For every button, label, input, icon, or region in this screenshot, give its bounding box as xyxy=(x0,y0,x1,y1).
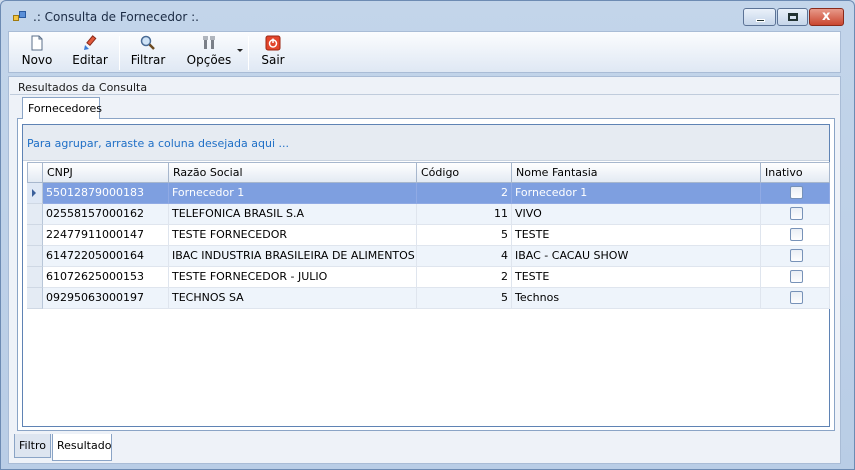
cell-cnpj[interactable]: 55012879000183 xyxy=(43,183,169,204)
cell-codigo[interactable]: 11 xyxy=(417,204,512,225)
column-header-razao-social[interactable]: Razão Social xyxy=(169,162,417,183)
cell-inativo xyxy=(761,288,830,309)
maximize-icon xyxy=(788,13,798,21)
cell-razao-social[interactable]: TESTE FORNECEDOR - JULIO xyxy=(169,267,417,288)
row-indicator[interactable] xyxy=(27,246,43,267)
tab-fornecedores[interactable]: Fornecedores xyxy=(22,97,102,119)
cell-inativo xyxy=(761,267,830,288)
cell-nome-fantasia[interactable]: Fornecedor 1 xyxy=(512,183,761,204)
inativo-checkbox[interactable] xyxy=(790,207,803,220)
inativo-checkbox[interactable] xyxy=(790,186,803,199)
grid-header: CNPJ Razão Social Código Nome Fantasia I… xyxy=(27,162,830,183)
cell-razao-social[interactable]: Fornecedor 1 xyxy=(169,183,417,204)
editar-button[interactable]: Editar xyxy=(67,34,113,72)
new-document-icon xyxy=(29,35,45,51)
inativo-checkbox[interactable] xyxy=(790,249,803,262)
fornecedores-tab-panel: Para agrupar, arraste a coluna desejada … xyxy=(17,118,835,431)
cell-nome-fantasia[interactable]: TESTE xyxy=(512,267,761,288)
cell-codigo[interactable]: 5 xyxy=(417,288,512,309)
column-header-codigo[interactable]: Código xyxy=(417,162,512,183)
row-indicator[interactable] xyxy=(27,267,43,288)
row-indicator[interactable] xyxy=(27,225,43,246)
cell-razao-social[interactable]: TECHNOS SA xyxy=(169,288,417,309)
filtrar-button[interactable]: Filtrar xyxy=(126,34,170,72)
novo-button[interactable]: Novo xyxy=(15,34,59,72)
fornecedores-grid: Para agrupar, arraste a coluna desejada … xyxy=(22,124,830,427)
column-header-inativo[interactable]: Inativo xyxy=(761,162,830,183)
table-row[interactable]: 02558157000162 TELEFONICA BRASIL S.A 11 VIV… xyxy=(27,204,830,225)
power-icon xyxy=(265,35,281,51)
cell-nome-fantasia[interactable]: TESTE xyxy=(512,225,761,246)
minimize-icon xyxy=(756,19,765,22)
results-panel: Resultados da Consulta Fornecedores Para… xyxy=(8,76,841,464)
app-icon[interactable] xyxy=(13,11,27,23)
group-by-panel[interactable]: Para agrupar, arraste a coluna desejada … xyxy=(23,125,829,161)
current-row-arrow-icon xyxy=(32,189,36,197)
row-indicator-header xyxy=(27,162,43,183)
cell-codigo[interactable]: 5 xyxy=(417,225,512,246)
group-title: Resultados da Consulta xyxy=(18,81,148,94)
table-row[interactable]: 61472205000164 IBAC INDUSTRIA BRASILEIRA … xyxy=(27,246,830,267)
cell-inativo xyxy=(761,204,830,225)
magnifier-icon xyxy=(140,35,156,51)
toolbar-separator xyxy=(248,36,249,70)
table-row[interactable]: 09295063000197 TECHNOS SA 5 Technos xyxy=(27,288,830,309)
column-header-cnpj[interactable]: CNPJ xyxy=(43,162,169,183)
cell-codigo[interactable]: 2 xyxy=(417,267,512,288)
cell-cnpj[interactable]: 02558157000162 xyxy=(43,204,169,225)
inativo-checkbox[interactable] xyxy=(790,228,803,241)
row-indicator[interactable] xyxy=(27,288,43,309)
table-row[interactable]: 61072625000153 TESTE FORNECEDOR - JULIO 2 T… xyxy=(27,267,830,288)
column-header-nome-fantasia[interactable]: Nome Fantasia xyxy=(512,162,761,183)
edit-brush-icon xyxy=(82,35,98,51)
close-icon: x xyxy=(822,9,831,24)
opcoes-dropdown-arrow-icon[interactable] xyxy=(237,49,243,52)
table-row[interactable]: 22477911000147 TESTE FORNECEDOR 5 TESTE xyxy=(27,225,830,246)
maximize-button[interactable] xyxy=(777,8,808,26)
toolbar: Novo Editar Filtrar Opções Sair xyxy=(8,31,841,73)
cell-cnpj[interactable]: 61072625000153 xyxy=(43,267,169,288)
sair-button[interactable]: Sair xyxy=(255,34,291,72)
toolbar-separator xyxy=(119,36,120,70)
table-row[interactable]: 55012879000183 Fornecedor 1 2 Fornecedor 1 xyxy=(27,183,830,204)
window-title: .: Consulta de Fornecedor :. xyxy=(33,10,199,24)
cell-codigo[interactable]: 4 xyxy=(417,246,512,267)
minimize-button[interactable] xyxy=(743,8,776,26)
tab-resultado[interactable]: Resultado xyxy=(52,434,112,461)
row-indicator[interactable] xyxy=(27,183,43,204)
cell-inativo xyxy=(761,225,830,246)
close-button[interactable]: x xyxy=(809,8,844,26)
group-divider xyxy=(10,94,839,95)
inativo-checkbox[interactable] xyxy=(790,270,803,283)
group-by-hint: Para agrupar, arraste a coluna desejada … xyxy=(27,137,289,150)
cell-inativo xyxy=(761,183,830,204)
cell-nome-fantasia[interactable]: Technos xyxy=(512,288,761,309)
tools-icon xyxy=(201,35,217,51)
title-bar[interactable]: .: Consulta de Fornecedor :. x xyxy=(1,1,854,31)
cell-nome-fantasia[interactable]: VIVO xyxy=(512,204,761,225)
main-window: .: Consulta de Fornecedor :. x Novo Edit… xyxy=(0,0,855,470)
cell-razao-social[interactable]: IBAC INDUSTRIA BRASILEIRA DE ALIMENTOS E… xyxy=(169,246,417,267)
cell-cnpj[interactable]: 09295063000197 xyxy=(43,288,169,309)
inativo-checkbox[interactable] xyxy=(790,291,803,304)
cell-nome-fantasia[interactable]: IBAC - CACAU SHOW xyxy=(512,246,761,267)
tab-filtro[interactable]: Filtro xyxy=(14,434,51,458)
cell-codigo[interactable]: 2 xyxy=(417,183,512,204)
row-indicator[interactable] xyxy=(27,204,43,225)
opcoes-button[interactable]: Opções xyxy=(183,34,235,72)
cell-razao-social[interactable]: TELEFONICA BRASIL S.A xyxy=(169,204,417,225)
cell-cnpj[interactable]: 61472205000164 xyxy=(43,246,169,267)
cell-cnpj[interactable]: 22477911000147 xyxy=(43,225,169,246)
cell-razao-social[interactable]: TESTE FORNECEDOR xyxy=(169,225,417,246)
cell-inativo xyxy=(761,246,830,267)
